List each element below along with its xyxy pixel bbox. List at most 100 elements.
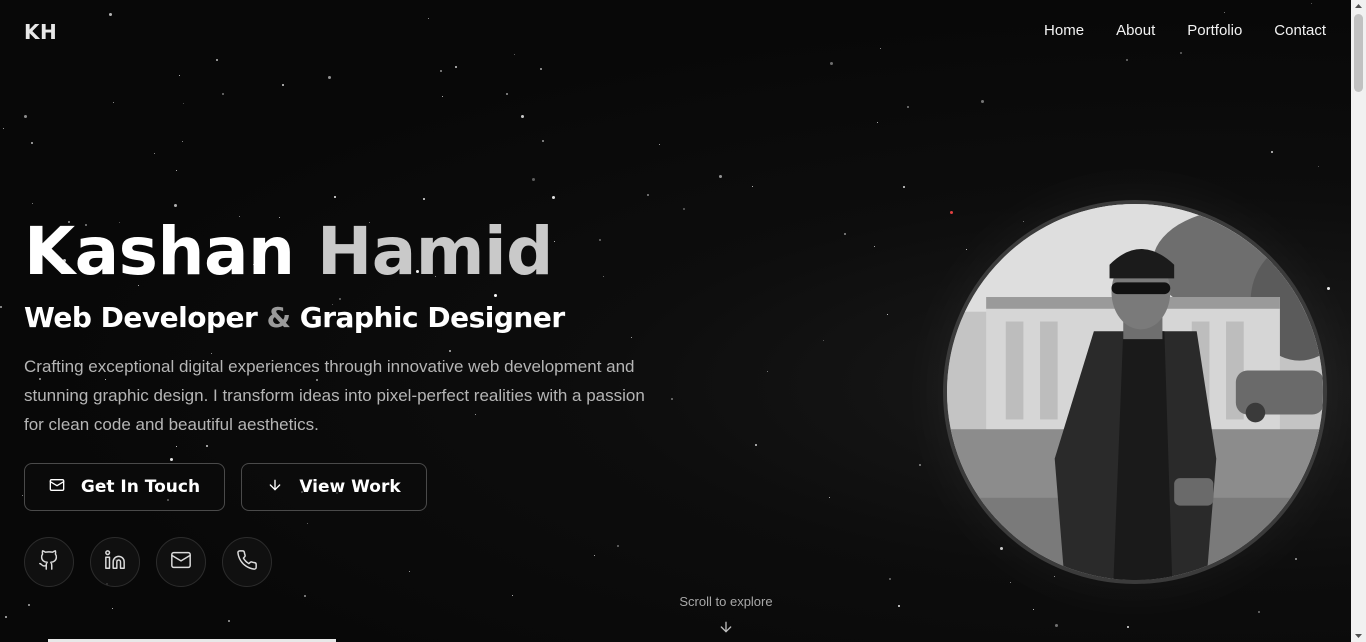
linkedin-link[interactable]	[90, 537, 140, 587]
star	[442, 96, 443, 97]
mail-icon	[49, 477, 65, 498]
scrollbar-thumb[interactable]	[1354, 14, 1363, 92]
star	[603, 276, 604, 277]
star	[823, 340, 824, 341]
star	[889, 578, 891, 580]
nav-home[interactable]: Home	[1044, 22, 1084, 39]
scroll-down-icon[interactable]	[718, 619, 734, 635]
red-star	[950, 211, 953, 214]
star	[109, 13, 112, 16]
star	[506, 93, 508, 95]
role-graphic-designer: Graphic Designer	[299, 301, 565, 334]
star	[752, 186, 753, 187]
star	[440, 70, 442, 72]
role-ampersand: &	[266, 301, 291, 334]
star	[767, 371, 768, 372]
star	[1318, 166, 1319, 167]
star	[1180, 52, 1182, 54]
star	[0, 306, 2, 308]
star	[154, 153, 155, 154]
star	[877, 122, 878, 123]
get-in-touch-button[interactable]: Get In Touch	[24, 463, 225, 511]
star	[874, 246, 875, 247]
star	[880, 48, 881, 49]
star	[719, 175, 722, 178]
email-link[interactable]	[156, 537, 206, 587]
scroll-up-arrow-icon[interactable]	[1354, 2, 1363, 10]
phone-icon	[236, 549, 258, 575]
star	[494, 294, 497, 297]
star	[183, 103, 184, 104]
hero-name: Kashan Hamid	[24, 212, 553, 291]
star	[907, 106, 909, 108]
nav-contact[interactable]: Contact	[1274, 22, 1326, 39]
star	[334, 196, 336, 198]
star	[339, 298, 341, 300]
main-nav: Home About Portfolio Contact	[1044, 22, 1326, 39]
star	[554, 241, 555, 242]
star	[683, 208, 685, 210]
star	[1258, 611, 1260, 613]
star	[176, 170, 177, 171]
star	[228, 620, 230, 622]
star	[532, 178, 535, 181]
scrollbar[interactable]	[1351, 0, 1366, 642]
star	[981, 100, 984, 103]
hero-description: Crafting exceptional digital experiences…	[24, 357, 645, 434]
scroll-hint: Scroll to explore	[679, 594, 773, 609]
star	[830, 62, 833, 65]
star	[1126, 59, 1128, 61]
star	[542, 140, 544, 142]
star	[671, 398, 673, 400]
star	[1271, 151, 1273, 153]
star	[176, 446, 177, 447]
star	[540, 68, 542, 70]
star	[222, 93, 224, 95]
hero-role: Web Developer & Graphic Designer	[24, 301, 565, 334]
star	[1000, 547, 1003, 550]
mail-icon	[170, 549, 192, 575]
star	[22, 495, 23, 496]
star	[552, 196, 555, 199]
star	[307, 523, 308, 524]
page: KH Home About Portfolio Contact Kashan H…	[0, 0, 1366, 642]
star	[594, 555, 595, 556]
hero-first-name: Kashan	[24, 213, 295, 290]
star	[1311, 3, 1312, 4]
star	[32, 203, 33, 204]
star	[428, 18, 429, 19]
phone-link[interactable]	[222, 537, 272, 587]
star	[599, 239, 601, 241]
star	[328, 76, 331, 79]
star	[919, 464, 921, 466]
star	[1054, 576, 1055, 577]
star	[1033, 609, 1034, 610]
star	[521, 115, 524, 118]
view-work-label: View Work	[299, 477, 401, 497]
scroll-down-arrow-icon[interactable]	[1354, 632, 1363, 640]
star	[216, 59, 218, 61]
star	[170, 458, 173, 461]
get-in-touch-label: Get In Touch	[80, 477, 201, 497]
star	[409, 571, 410, 572]
star	[5, 616, 7, 618]
star	[282, 84, 284, 86]
site-logo[interactable]: KH	[24, 20, 57, 44]
star	[24, 115, 27, 118]
star	[1127, 626, 1129, 628]
linkedin-icon	[104, 549, 126, 575]
arrow-down-icon	[267, 477, 283, 498]
star	[844, 233, 846, 235]
github-icon	[38, 549, 60, 575]
star	[1010, 582, 1011, 583]
nav-about[interactable]: About	[1116, 22, 1155, 39]
github-link[interactable]	[24, 537, 74, 587]
nav-portfolio[interactable]: Portfolio	[1187, 22, 1242, 39]
star	[423, 198, 425, 200]
star	[647, 194, 649, 196]
star	[966, 249, 967, 250]
star	[829, 497, 830, 498]
view-work-button[interactable]: View Work	[241, 463, 427, 511]
star	[1055, 624, 1058, 627]
star	[31, 142, 33, 144]
